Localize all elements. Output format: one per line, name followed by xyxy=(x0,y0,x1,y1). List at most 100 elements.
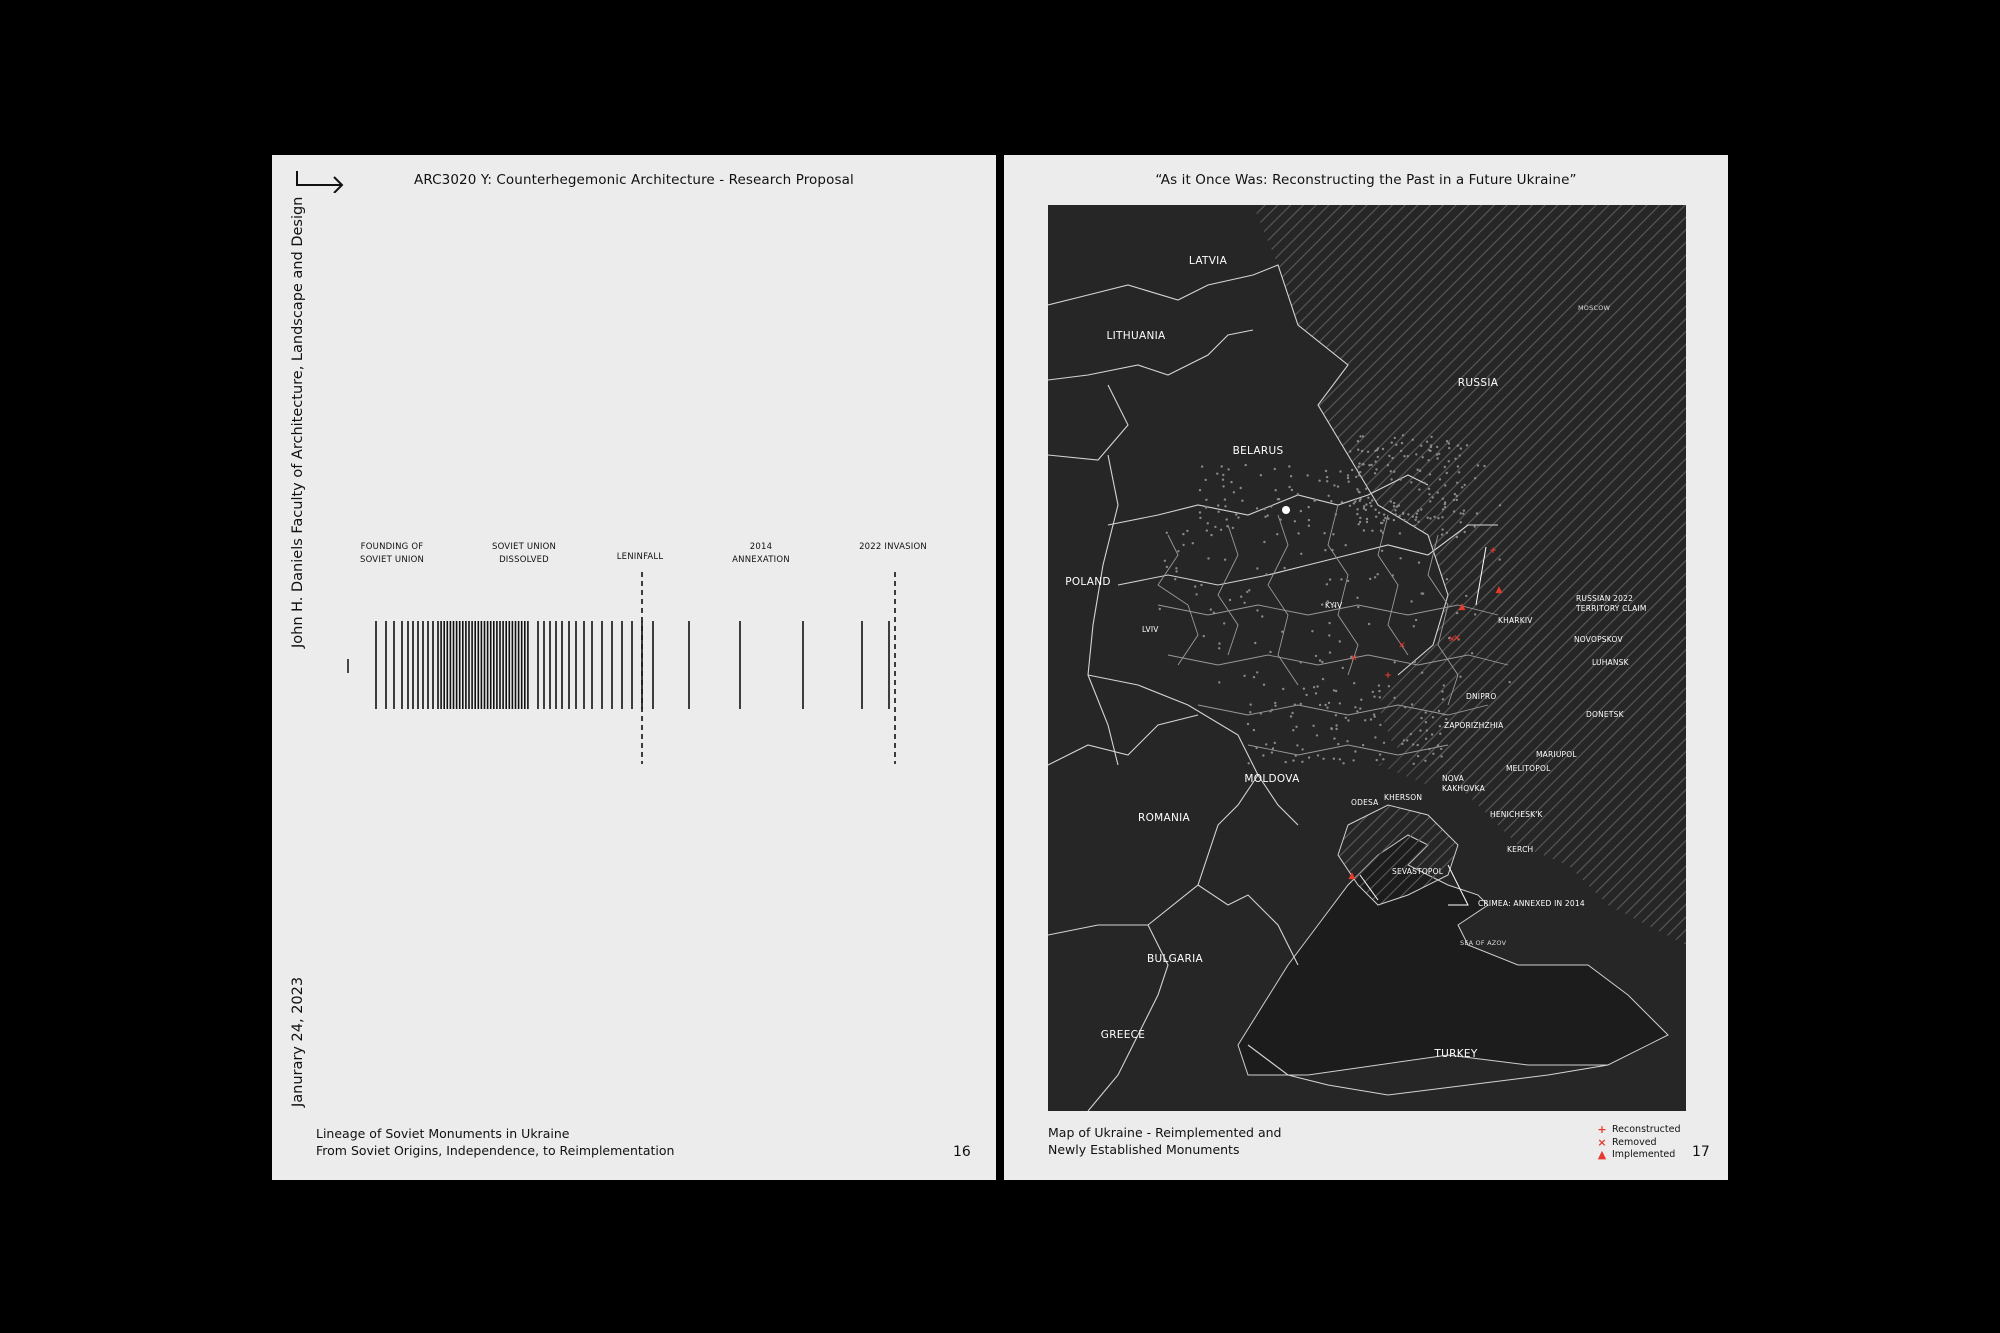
monument-dot xyxy=(1358,499,1361,502)
monument-dot xyxy=(1404,706,1407,709)
monument-dot xyxy=(1291,711,1294,715)
monument-dot xyxy=(1294,754,1297,757)
monument-dot xyxy=(1204,506,1208,509)
monument-dot xyxy=(1393,470,1396,473)
monument-dot xyxy=(1463,483,1466,487)
monument-dot xyxy=(1382,758,1385,761)
monument-dot xyxy=(1321,603,1324,606)
monument-dot xyxy=(1438,478,1442,481)
monument-dot xyxy=(1243,674,1246,677)
monument-dot xyxy=(1293,520,1297,523)
monument-dot xyxy=(1382,513,1386,516)
monument-dot xyxy=(1344,544,1347,547)
monument-dot xyxy=(1307,505,1310,509)
monument-dot xyxy=(1333,484,1336,487)
monument-dot xyxy=(1235,513,1238,516)
monument-dot xyxy=(1414,518,1417,521)
monument-dot xyxy=(1393,436,1396,440)
label-kharkiv: KHARKIV xyxy=(1498,616,1533,625)
monument-dot xyxy=(1374,508,1377,511)
monument-dot xyxy=(1239,486,1242,490)
monument-dot xyxy=(1393,501,1396,505)
monument-dot xyxy=(1374,736,1377,739)
left-footer-caption: Lineage of Soviet Monuments in Ukraine Fr… xyxy=(316,1126,675,1158)
monument-dot xyxy=(1314,692,1318,695)
monument-dot xyxy=(1463,530,1466,534)
monument-dot xyxy=(1270,708,1274,712)
monument-dot xyxy=(1265,573,1268,576)
monument-dot xyxy=(1378,696,1381,699)
monument-dot xyxy=(1328,634,1331,637)
right-footer-caption: Map of Ukraine - Reimplemented and Newly … xyxy=(1048,1125,1282,1157)
monument-dot xyxy=(1230,480,1233,484)
monument-dot xyxy=(1384,516,1387,520)
right-page: “As it Once Was: Reconstructing the Past… xyxy=(1004,155,1728,1180)
monument-dot xyxy=(1246,590,1249,594)
monument-dot xyxy=(1296,493,1299,496)
monument-dot xyxy=(1428,747,1431,751)
monument-dot xyxy=(1311,630,1314,633)
monument-dot xyxy=(1365,503,1368,506)
monument-dot xyxy=(1338,758,1342,761)
monument-dot xyxy=(1425,440,1429,443)
monument-dot xyxy=(1465,444,1469,447)
monument-dot xyxy=(1306,474,1309,477)
monument-dot xyxy=(1456,444,1460,447)
monument-dot xyxy=(1339,470,1342,473)
monument-dot xyxy=(1461,486,1464,489)
monument-dot xyxy=(1327,494,1330,497)
monument-dot xyxy=(1353,682,1356,685)
monument-dot xyxy=(1218,681,1221,684)
monument-dot xyxy=(1441,497,1444,500)
monument-dot xyxy=(1388,454,1391,458)
monument-dot xyxy=(1379,529,1383,532)
monument-dot xyxy=(1349,450,1352,453)
monument-dot xyxy=(1374,460,1377,463)
monument-dot xyxy=(1376,447,1380,450)
monument-dot xyxy=(1202,634,1205,638)
monument-dot xyxy=(1175,567,1178,570)
monument-dot xyxy=(1403,518,1406,522)
monument-dot xyxy=(1204,478,1207,482)
monument-dot xyxy=(1227,468,1230,471)
monument-dot xyxy=(1335,724,1338,727)
monument-dot xyxy=(1281,630,1284,633)
monument-dot xyxy=(1436,457,1439,460)
monument-dot xyxy=(1425,729,1428,732)
label-mariupol: MARIUPOL xyxy=(1536,750,1577,759)
monument-dot xyxy=(1391,574,1394,577)
monument-dot xyxy=(1456,481,1459,484)
monument-dot xyxy=(1474,477,1477,480)
legend-implemented: ▲ Implemented xyxy=(1597,1148,1676,1161)
label-romania: ROMANIA xyxy=(1137,812,1191,824)
monument-dot xyxy=(1380,549,1384,552)
monument-dot xyxy=(1318,479,1321,482)
monument-dot xyxy=(1284,760,1287,764)
monument-dot xyxy=(1398,532,1402,535)
monument-dot xyxy=(1389,470,1392,473)
monument-dot xyxy=(1333,737,1336,740)
svg-text:✕: ✕ xyxy=(1453,634,1461,644)
monument-dot xyxy=(1429,517,1432,520)
monument-dot xyxy=(1416,754,1420,758)
monument-dot xyxy=(1342,762,1345,765)
monument-dot xyxy=(1252,676,1256,679)
monument-dot xyxy=(1220,465,1223,468)
monument-dot xyxy=(1175,570,1178,573)
monument-dot xyxy=(1376,455,1379,459)
monument-dot xyxy=(1357,448,1360,451)
monument-dot xyxy=(1266,514,1269,517)
monument-dot xyxy=(1391,456,1394,460)
monument-dot xyxy=(1330,727,1333,730)
monument-dot xyxy=(1299,509,1303,513)
svg-text:▲: ▲ xyxy=(1349,871,1356,881)
monument-dot xyxy=(1218,647,1221,650)
monument-dot xyxy=(1455,494,1458,498)
monument-dot xyxy=(1428,493,1431,496)
monument-dot xyxy=(1483,464,1486,468)
monument-dot xyxy=(1351,468,1354,472)
svg-text:▲: ▲ xyxy=(1459,602,1466,612)
monument-dot xyxy=(1387,517,1390,520)
monument-dot xyxy=(1223,558,1227,561)
monument-dot xyxy=(1365,520,1369,524)
